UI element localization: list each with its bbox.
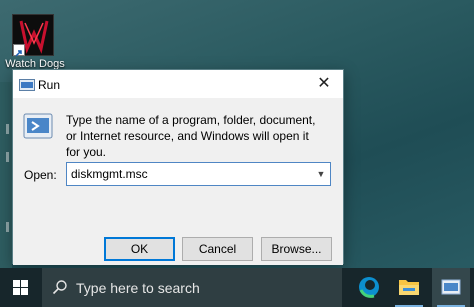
background-window-edge (0, 82, 12, 268)
edge-icon (350, 277, 388, 307)
ok-button[interactable]: OK (104, 237, 175, 261)
title-bar[interactable]: Run ✕ (13, 70, 343, 98)
run-app-icon (19, 78, 35, 91)
shortcut-arrow-icon (13, 44, 25, 57)
run-program-icon (23, 113, 53, 141)
taskbar-run[interactable] (432, 268, 470, 307)
taskbar-edge[interactable] (350, 268, 388, 307)
taskbar-file-explorer[interactable] (390, 268, 428, 307)
dialog-description: Type the name of a program, folder, docu… (66, 113, 316, 159)
dialog-body: Type the name of a program, folder, docu… (13, 98, 343, 265)
browse-button[interactable]: Browse... (261, 237, 332, 261)
open-label: Open: (24, 168, 57, 182)
run-dialog: Run ✕ Type the name of a program, folder… (12, 69, 344, 265)
run-icon (432, 279, 470, 307)
open-combobox[interactable]: ▼ (66, 162, 331, 186)
desktop-shortcut-watch-dogs[interactable]: Watch Dogs (0, 14, 70, 74)
cancel-button[interactable]: Cancel (182, 237, 253, 261)
taskbar: Type here to search (0, 268, 474, 307)
chevron-down-icon[interactable]: ▼ (315, 167, 327, 181)
dialog-title: Run (38, 78, 61, 92)
start-button[interactable] (0, 268, 42, 307)
search-icon (52, 279, 68, 295)
taskbar-search-box[interactable]: Type here to search (42, 268, 342, 307)
dialog-footer: OK Cancel Browse... (13, 220, 343, 265)
file-explorer-icon (390, 280, 428, 307)
close-icon[interactable]: ✕ (305, 70, 343, 98)
search-placeholder: Type here to search (76, 280, 200, 296)
open-input[interactable] (67, 163, 312, 185)
